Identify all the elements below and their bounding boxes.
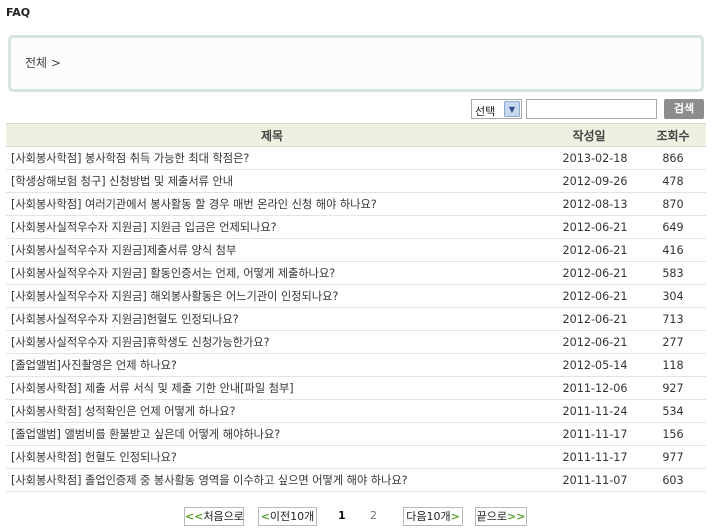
table-row[interactable]: [사회봉사학점] 여러기관에서 봉사활동 할 경우 매번 온라인 신청 해야 하… — [6, 192, 706, 216]
column-header-views: 조회수 — [640, 123, 706, 147]
row-title-link[interactable]: [사회봉사실적우수자 지원금] 지원금 입금은 언제되나요? — [6, 215, 538, 239]
row-title-link[interactable]: [졸업앨범] 앨범비를 환불받고 싶은데 어떻게 해야하나요? — [6, 422, 538, 446]
row-title-link[interactable]: [사회봉사학점] 성적확인은 언제 어떻게 하나요? — [6, 399, 538, 423]
row-title-link[interactable]: [사회봉사실적우수자 지원금] 해외봉사활동은 어느기관이 인정되나요? — [6, 284, 538, 308]
table-row[interactable]: [졸업앨범] 앨범비를 환불받고 싶은데 어떻게 해야하나요? 2011-11-1… — [6, 422, 706, 446]
breadcrumb: 전체 > — [8, 35, 704, 92]
table-row[interactable]: [사회봉사실적우수자 지원금]제출서류 양식 첨부 2012-06-21 416 — [6, 238, 706, 262]
row-views: 927 — [640, 376, 706, 400]
table-row[interactable]: [사회봉사실적우수자 지원금] 활동인증서는 언제, 어떻게 제출하나요? 201… — [6, 261, 706, 285]
faq-table: 제목 작성일 조회수 [사회봉사학점] 봉사학점 취득 가능한 최대 학점은? 2… — [6, 123, 706, 492]
row-title-link[interactable]: [사회봉사실적우수자 지원금] 활동인증서는 언제, 어떻게 제출하나요? — [6, 261, 538, 285]
row-date: 2012-06-21 — [538, 330, 640, 354]
column-header-title: 제목 — [6, 123, 538, 147]
row-date: 2012-06-21 — [538, 238, 640, 262]
table-row[interactable]: [졸업앨범]사진촬영은 언제 하나요? 2012-05-14 118 — [6, 353, 706, 377]
row-date: 2011-12-06 — [538, 376, 640, 400]
row-date: 2012-09-26 — [538, 169, 640, 193]
breadcrumb-text[interactable]: 전체 > — [25, 54, 61, 71]
search-category-select[interactable]: 선택 ▼ — [471, 99, 522, 119]
row-title-link[interactable]: [사회봉사학점] 봉사학점 취득 가능한 최대 학점은? — [6, 146, 538, 170]
table-row[interactable]: [사회봉사학점] 졸업인증제 중 봉사활동 영역을 이수하고 싶으면 어떻게 해… — [6, 468, 706, 492]
next-10-label: 다음10개 — [406, 510, 451, 523]
row-views: 156 — [640, 422, 706, 446]
row-views: 277 — [640, 330, 706, 354]
row-views: 866 — [640, 146, 706, 170]
row-title-link[interactable]: [학생상해보험 청구] 신청방법 및 제출서류 안내 — [6, 169, 538, 193]
double-chevron-right-icon: >> — [506, 510, 526, 523]
search-bar: 선택 ▼ 검색 — [0, 99, 712, 121]
row-views: 713 — [640, 307, 706, 331]
table-header-row: 제목 작성일 조회수 — [6, 123, 706, 147]
row-date: 2011-11-17 — [538, 445, 640, 469]
first-page-label: 처음으로 — [203, 510, 244, 523]
row-title-link[interactable]: [사회봉사실적우수자 지원금]제출서류 양식 첨부 — [6, 238, 538, 262]
row-title-link[interactable]: [사회봉사학점] 졸업인증제 중 봉사활동 영역을 이수하고 싶으면 어떻게 해… — [6, 468, 538, 492]
pagination: <<처음으로 <이전10개 1 2 다음10개> 끝으로>> — [0, 507, 712, 527]
table-row[interactable]: [사회봉사실적우수자 지원금]휴학생도 신청가능한가요? 2012-06-21 27… — [6, 330, 706, 354]
table-row[interactable]: [학생상해보험 청구] 신청방법 및 제출서류 안내 2012-09-26 478 — [6, 169, 706, 193]
row-date: 2012-05-14 — [538, 353, 640, 377]
table-row[interactable]: [사회봉사실적우수자 지원금] 지원금 입금은 언제되나요? 2012-06-21… — [6, 215, 706, 239]
page-number[interactable]: 2 — [370, 509, 377, 522]
page-title: FAQ — [6, 6, 31, 19]
row-title-link[interactable]: [사회봉사학점] 제출 서류 서식 및 제출 기한 안내[파일 첨부] — [6, 376, 538, 400]
row-date: 2012-06-21 — [538, 307, 640, 331]
select-value: 선택 — [475, 105, 496, 118]
row-views: 603 — [640, 468, 706, 492]
table-row[interactable]: [사회봉사실적우수자 지원금]헌혈도 인정되나요? 2012-06-21 713 — [6, 307, 706, 331]
row-views: 478 — [640, 169, 706, 193]
row-views: 416 — [640, 238, 706, 262]
row-title-link[interactable]: [사회봉사학점] 헌혈도 인정되나요? — [6, 445, 538, 469]
double-chevron-left-icon: << — [185, 510, 204, 523]
first-page-button[interactable]: <<처음으로 — [184, 507, 244, 526]
table-row[interactable]: [사회봉사학점] 제출 서류 서식 및 제출 기한 안내[파일 첨부] 2011-… — [6, 376, 706, 400]
prev-10-button[interactable]: <이전10개 — [258, 507, 317, 526]
row-title-link[interactable]: [사회봉사실적우수자 지원금]휴학생도 신청가능한가요? — [6, 330, 538, 354]
last-page-button[interactable]: 끝으로>> — [475, 507, 527, 526]
row-date: 2013-02-18 — [538, 146, 640, 170]
row-date: 2011-11-07 — [538, 468, 640, 492]
chevron-right-icon: > — [450, 510, 460, 523]
row-date: 2012-06-21 — [538, 215, 640, 239]
table-row[interactable]: [사회봉사학점] 헌혈도 인정되나요? 2011-11-17 977 — [6, 445, 706, 469]
row-date: 2012-06-21 — [538, 261, 640, 285]
chevron-left-icon: < — [260, 510, 270, 523]
row-views: 977 — [640, 445, 706, 469]
table-row[interactable]: [사회봉사학점] 성적확인은 언제 어떻게 하나요? 2011-11-24 534 — [6, 399, 706, 423]
row-date: 2011-11-17 — [538, 422, 640, 446]
chevron-down-icon[interactable]: ▼ — [504, 101, 520, 117]
row-date: 2012-08-13 — [538, 192, 640, 216]
column-header-date: 작성일 — [538, 123, 640, 147]
row-views: 649 — [640, 215, 706, 239]
row-views: 534 — [640, 399, 706, 423]
row-views: 304 — [640, 284, 706, 308]
search-button[interactable]: 검색 — [664, 99, 704, 119]
row-title-link[interactable]: [사회봉사실적우수자 지원금]헌혈도 인정되나요? — [6, 307, 538, 331]
row-date: 2012-06-21 — [538, 284, 640, 308]
last-page-label: 끝으로 — [476, 510, 507, 523]
row-title-link[interactable]: [사회봉사학점] 여러기관에서 봉사활동 할 경우 매번 온라인 신청 해야 하… — [6, 192, 538, 216]
row-views: 583 — [640, 261, 706, 285]
row-title-link[interactable]: [졸업앨범]사진촬영은 언제 하나요? — [6, 353, 538, 377]
row-views: 118 — [640, 353, 706, 377]
row-views: 870 — [640, 192, 706, 216]
page-number-current[interactable]: 1 — [338, 509, 346, 522]
next-10-button[interactable]: 다음10개> — [403, 507, 463, 526]
search-input[interactable] — [526, 99, 657, 119]
table-row[interactable]: [사회봉사실적우수자 지원금] 해외봉사활동은 어느기관이 인정되나요? 2012… — [6, 284, 706, 308]
row-date: 2011-11-24 — [538, 399, 640, 423]
prev-10-label: 이전10개 — [269, 510, 315, 523]
table-row[interactable]: [사회봉사학점] 봉사학점 취득 가능한 최대 학점은? 2013-02-18 86… — [6, 146, 706, 170]
